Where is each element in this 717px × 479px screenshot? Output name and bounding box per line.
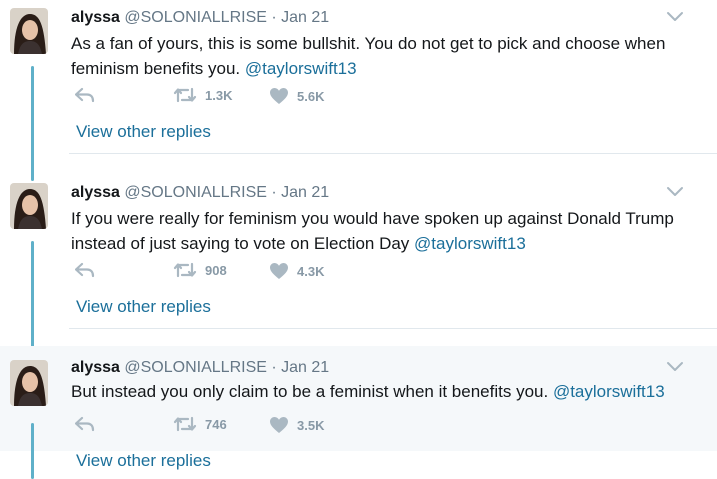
tweet-actions: 1.3K 5.6K	[71, 87, 371, 109]
display-name[interactable]: alyssa	[71, 359, 120, 376]
avatar-photo	[10, 8, 48, 54]
avatar[interactable]	[10, 183, 48, 229]
mention-link[interactable]: @taylorswift13	[414, 234, 526, 253]
view-other-replies-link[interactable]: View other replies	[76, 122, 211, 142]
avatar[interactable]	[10, 8, 48, 54]
user-handle[interactable]: @SOLONIALLRISE	[124, 359, 267, 376]
retweet-count: 746	[205, 416, 227, 432]
separator-dot: ·	[271, 9, 277, 26]
separator-dot: ·	[271, 359, 277, 376]
tweet-date[interactable]: Jan 21	[281, 359, 329, 376]
like-count: 4.3K	[297, 263, 325, 279]
heart-icon	[270, 88, 288, 104]
divider	[69, 153, 717, 154]
tweet-header: alyssa @SOLONIALLRISE · Jan 21	[71, 184, 329, 202]
thread-line	[31, 423, 34, 479]
display-name[interactable]: alyssa	[71, 9, 120, 26]
avatar[interactable]	[10, 360, 48, 406]
tweet-header: alyssa @SOLONIALLRISE · Jan 21	[71, 9, 329, 27]
avatar-photo	[10, 360, 48, 406]
retweet-icon	[173, 262, 197, 278]
chevron-down-icon[interactable]	[666, 11, 684, 23]
like-button[interactable]: 4.3K	[269, 262, 324, 280]
heart-icon	[270, 417, 288, 433]
like-count: 5.6K	[297, 88, 325, 104]
tweet-text-fragment: instead of just saying to vote on Electi…	[71, 234, 415, 253]
reply-icon	[75, 416, 95, 432]
mention-link[interactable]: @taylorswift13	[245, 59, 357, 78]
retweet-button[interactable]: 1.3K	[173, 87, 232, 103]
reply-button[interactable]	[75, 262, 95, 278]
retweet-icon	[173, 416, 197, 432]
retweet-icon	[173, 87, 197, 103]
tweet-text-line: feminism benefits you. @taylorswift13	[71, 56, 701, 81]
chevron-down-icon[interactable]	[666, 186, 684, 198]
tweet-text-fragment: But instead you only claim to be a femin…	[71, 382, 553, 401]
view-other-replies-link[interactable]: View other replies	[76, 451, 211, 471]
display-name[interactable]: alyssa	[71, 184, 120, 201]
heart-icon	[270, 263, 288, 279]
retweet-button[interactable]: 746	[173, 416, 227, 432]
tweet-header: alyssa @SOLONIALLRISE · Jan 21	[71, 359, 329, 377]
chevron-down-icon[interactable]	[666, 361, 684, 373]
mention-link[interactable]: @taylorswift13	[553, 382, 665, 401]
tweet-actions: 908 4.3K	[71, 262, 371, 284]
user-handle[interactable]: @SOLONIALLRISE	[124, 184, 267, 201]
tweet-text-line: If you were really for feminism you woul…	[71, 209, 674, 228]
tweet-actions: 746 3.5K	[71, 416, 371, 438]
user-handle[interactable]: @SOLONIALLRISE	[124, 9, 267, 26]
tweet-text: As a fan of yours, this is some bullshit…	[71, 31, 701, 81]
avatar-photo	[10, 183, 48, 229]
tweet-text-line: instead of just saying to vote on Electi…	[71, 231, 701, 256]
tweet-text-fragment: feminism benefits you.	[71, 59, 245, 78]
thread-line	[31, 241, 34, 353]
divider	[69, 328, 717, 329]
reply-icon	[75, 87, 95, 103]
reply-icon	[75, 262, 95, 278]
tweet-text: But instead you only claim to be a femin…	[71, 379, 701, 404]
retweet-button[interactable]: 908	[173, 262, 227, 278]
tweet-text-line: As a fan of yours, this is some bullshit…	[71, 34, 666, 53]
tweet-date[interactable]: Jan 21	[281, 9, 329, 26]
reply-button[interactable]	[75, 87, 95, 103]
retweet-count: 908	[205, 262, 227, 278]
tweet-text-line: But instead you only claim to be a femin…	[71, 379, 701, 404]
like-button[interactable]: 3.5K	[269, 416, 324, 434]
tweet-text: If you were really for feminism you woul…	[71, 206, 701, 256]
like-count: 3.5K	[297, 417, 325, 433]
reply-button[interactable]	[75, 416, 95, 432]
retweet-count: 1.3K	[205, 87, 233, 103]
tweet-date[interactable]: Jan 21	[281, 184, 329, 201]
thread-line	[31, 66, 34, 181]
like-button[interactable]: 5.6K	[269, 87, 324, 105]
view-other-replies-link[interactable]: View other replies	[76, 297, 211, 317]
separator-dot: ·	[271, 184, 277, 201]
